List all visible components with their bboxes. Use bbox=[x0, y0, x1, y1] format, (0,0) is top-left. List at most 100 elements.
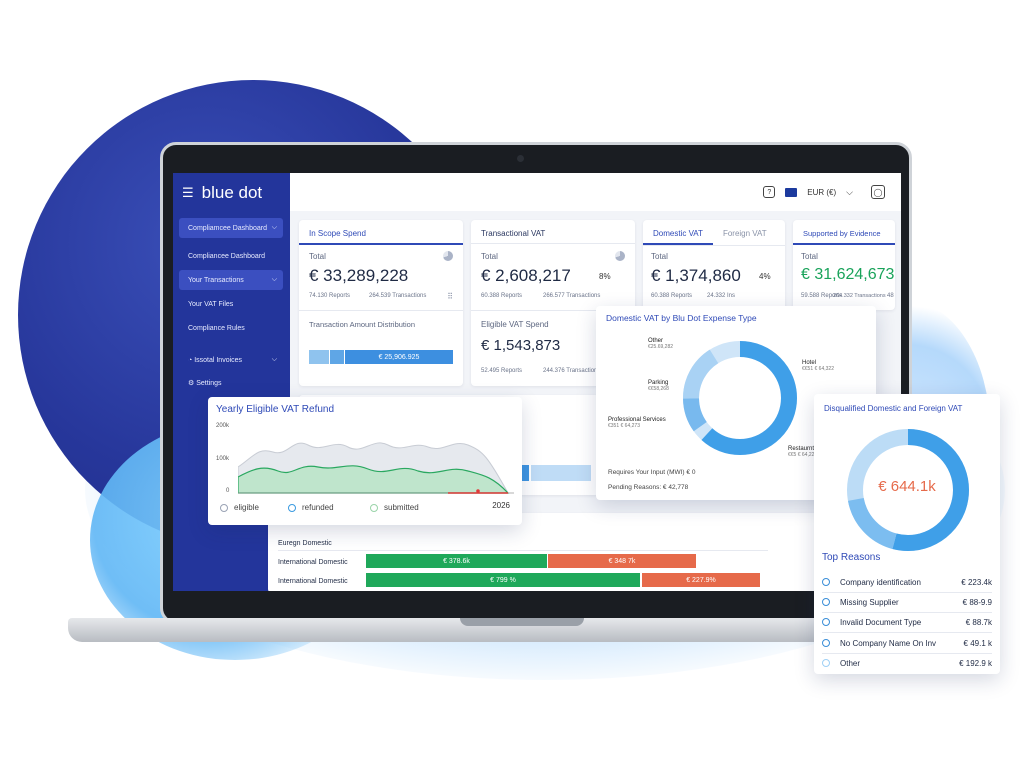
legend-dot bbox=[288, 503, 296, 512]
laptop-notch bbox=[460, 618, 584, 626]
distribution-bar: € 25,906.925 bbox=[345, 350, 453, 364]
green-bar: € 799 % bbox=[366, 573, 640, 587]
currency-select[interactable]: EUR (€) bbox=[807, 188, 836, 197]
bar-segment bbox=[531, 465, 591, 481]
tab-row: Domestic VAT Foreign VAT bbox=[643, 220, 785, 246]
distribution-segment bbox=[330, 350, 344, 364]
legend-label: refunded bbox=[302, 503, 334, 512]
sidebar-item-label: Compliamcee Dashboard bbox=[188, 224, 267, 232]
green-bar: € 378.6k bbox=[366, 554, 547, 568]
bar-row-label: International Domestic bbox=[278, 578, 348, 585]
marker bbox=[476, 489, 480, 493]
tab-foreign-vat[interactable]: Foreign VAT bbox=[713, 220, 777, 245]
disqualified-title: Disqualified Domestic and Foreign VAT bbox=[824, 404, 963, 413]
reason-label: Invalid Document Type bbox=[840, 617, 922, 627]
transactions-count: 264.332 Transactions bbox=[833, 293, 886, 299]
reason-row[interactable]: Missing Supplier € 88-9.9 bbox=[822, 592, 992, 612]
sidebar-item-label: Your VAT Files bbox=[188, 300, 234, 308]
reason-value: € 49.1 k bbox=[963, 638, 992, 648]
requires-input: Requires Your Input (MWI) € 0 bbox=[608, 469, 696, 476]
total-value: € 2,608,217 bbox=[481, 266, 571, 285]
label-value: €€51 € 64,322 bbox=[802, 366, 834, 372]
grid-icon: ⠿ bbox=[447, 292, 453, 301]
reason-dot bbox=[822, 598, 830, 606]
label-value: €€58,268 bbox=[648, 386, 669, 392]
reason-label: Missing Supplier bbox=[840, 597, 899, 607]
topbar-actions: ? EUR (€) ⌵ ◯ bbox=[763, 185, 885, 199]
percent-value: 8% bbox=[599, 272, 611, 281]
reason-dot bbox=[822, 618, 830, 626]
refund-title: Yearly Eligible VAT Refund bbox=[216, 404, 335, 415]
bar-row-label: International Domestic bbox=[278, 559, 348, 566]
supported-evidence-card: Supported by Evidence Total € 31,624,673… bbox=[793, 220, 895, 310]
y-tick: 200k bbox=[216, 423, 230, 429]
chevron-down-icon[interactable]: ⌵ bbox=[846, 187, 853, 198]
menu-icon[interactable]: ☰ bbox=[182, 185, 194, 201]
donut-title: Domestic VAT by Blu Dot Expense Type bbox=[606, 313, 757, 323]
transactions-count: 264.539 Transactions bbox=[369, 293, 427, 299]
reports-count: 60.388 Reports bbox=[481, 293, 523, 299]
chevron-down-icon: ⌵ bbox=[271, 276, 277, 283]
sidebar-item-label: Your Transactions bbox=[188, 276, 244, 284]
legend-refunded[interactable]: refunded bbox=[288, 503, 334, 512]
orange-bar: € 227.9% bbox=[642, 573, 760, 587]
reason-row[interactable]: Company identification € 223.4k bbox=[822, 572, 992, 592]
reason-label: No Company Name On Inv bbox=[840, 638, 937, 648]
reason-row[interactable]: Invalid Document Type € 88.7k bbox=[822, 612, 992, 632]
reason-label: Other bbox=[840, 658, 861, 668]
legend-dot bbox=[370, 503, 378, 512]
domestic-donut bbox=[683, 341, 797, 455]
top-reasons-title: Top Reasons bbox=[822, 552, 881, 563]
tab-transactional-vat[interactable]: Transactional VAT bbox=[471, 220, 635, 244]
eligible-transactions: 244.376 Transactions bbox=[543, 368, 601, 374]
brand[interactable]: ☰ blue dot bbox=[182, 183, 262, 203]
eligible-label: Eligible VAT Spend bbox=[481, 320, 549, 329]
reason-row[interactable]: Other € 192.9 k bbox=[822, 653, 992, 673]
pie-icon bbox=[443, 251, 453, 261]
eligible-value: € 1,543,873 bbox=[481, 337, 561, 354]
legend-eligible[interactable]: eligible bbox=[220, 503, 259, 512]
sidebar-item-vat-files[interactable]: Your VAT Files bbox=[179, 294, 283, 314]
sidebar-item-settings[interactable]: ⚙ Settings bbox=[179, 373, 283, 393]
domestic-vat-card: Domestic VAT Foreign VAT Total € 1,374,8… bbox=[643, 220, 785, 310]
total-label: Total bbox=[481, 252, 498, 261]
divider bbox=[299, 310, 463, 311]
topbar: ? EUR (€) ⌵ ◯ bbox=[290, 173, 901, 211]
legend-submitted[interactable]: submitted bbox=[370, 503, 419, 512]
year-label: 2026 bbox=[492, 501, 510, 510]
y-tick: 100k bbox=[216, 456, 230, 462]
laptop-camera bbox=[517, 155, 524, 162]
tab-domestic-vat[interactable]: Domestic VAT bbox=[643, 220, 713, 245]
label-value: €351 € 64,273 bbox=[608, 423, 640, 429]
reason-value: € 88-9.9 bbox=[962, 597, 992, 607]
distribution-segment bbox=[309, 350, 329, 364]
legend-label: eligible bbox=[234, 503, 259, 512]
transactions-count: 24.332 Ins bbox=[707, 293, 736, 299]
tab-supported-evidence[interactable]: Supported by Evidence bbox=[793, 220, 895, 245]
tab-in-scope-spend[interactable]: In Scope Spend bbox=[299, 220, 463, 245]
reason-row[interactable]: No Company Name On Inv € 49.1 k bbox=[822, 633, 992, 653]
in-scope-card: In Scope Spend Total € 33,289,228 74.130… bbox=[299, 220, 463, 386]
sidebar-item-compliance-dashboard-sub[interactable]: Compliancee Dashboard bbox=[179, 246, 283, 266]
sidebar-item-compliance-dashboard[interactable]: Compliamcee Dashboard ⌵ bbox=[179, 218, 283, 238]
reason-dot bbox=[822, 639, 830, 647]
total-value: € 33,289,228 bbox=[309, 266, 409, 285]
sidebar-item-transactions[interactable]: Your Transactions ⌵ bbox=[179, 270, 283, 290]
user-avatar-icon[interactable]: ◯ bbox=[871, 185, 885, 199]
distribution-label: Transaction Amount Distribution bbox=[309, 320, 416, 329]
reports-count: 60.388 Reports bbox=[651, 293, 693, 299]
sidebar-item-label: Settings bbox=[196, 380, 222, 387]
sidebar-item-label: Compliance Rules bbox=[188, 324, 245, 332]
y-tick: 0 bbox=[226, 488, 230, 494]
total-label: Total bbox=[309, 252, 326, 261]
total-label: Total bbox=[651, 252, 668, 261]
sidebar-item-compliance-rules[interactable]: Compliance Rules bbox=[179, 318, 283, 338]
brand-name: blue dot bbox=[201, 183, 263, 202]
help-icon[interactable]: ? bbox=[763, 186, 776, 198]
disqualified-vat-card: Disqualified Domestic and Foreign VAT € … bbox=[814, 394, 1000, 674]
pending-reasons: Pending Reasons: € 42,778 bbox=[608, 484, 689, 491]
transactions-count: 266.577 Transactions bbox=[543, 293, 601, 299]
eu-flag-icon bbox=[785, 187, 798, 197]
sidebar-item-invoices[interactable]: ◔ Issotal Invoices ⌵ bbox=[179, 350, 283, 370]
sidebar-item-label: Issotal Invoices bbox=[194, 356, 243, 364]
